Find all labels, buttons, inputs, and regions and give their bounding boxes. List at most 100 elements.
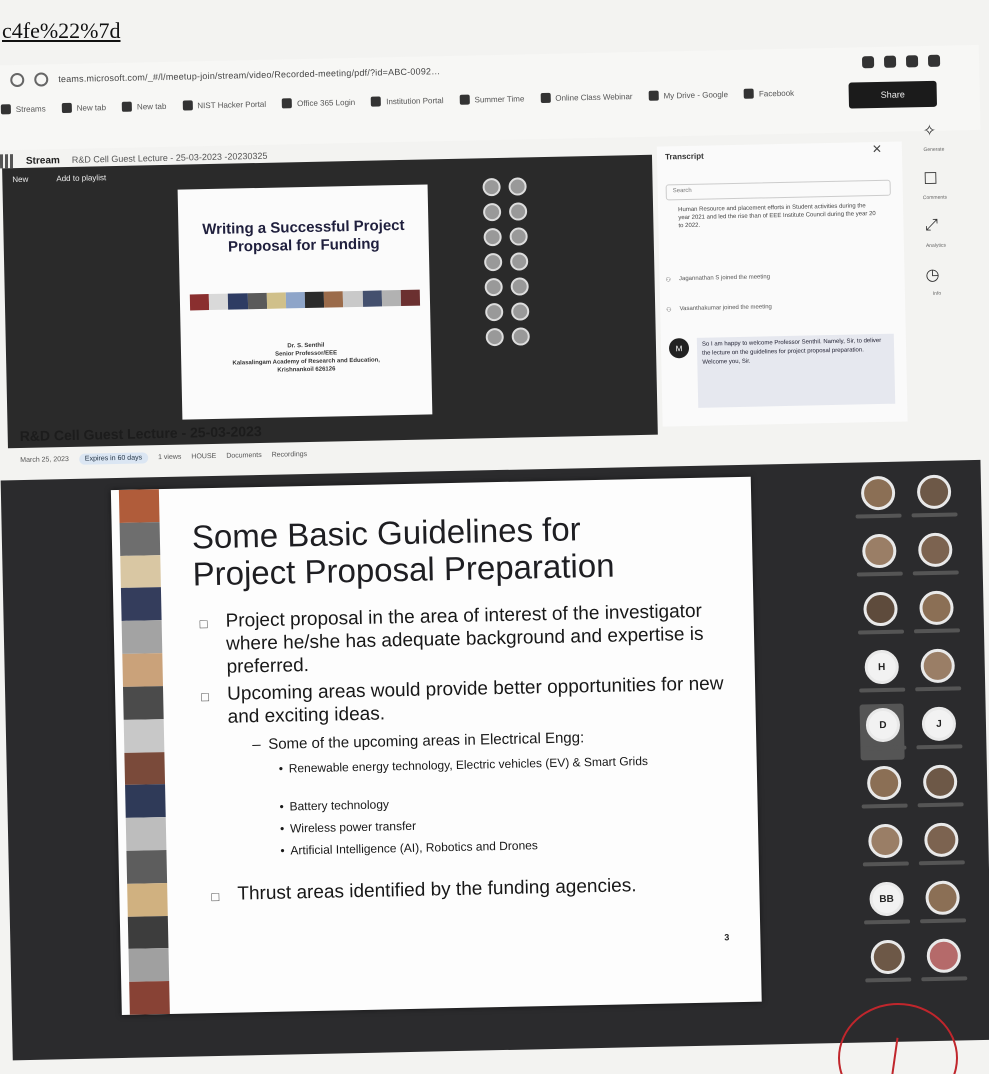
strip-segment xyxy=(129,981,170,1015)
participant-tile[interactable]: H xyxy=(858,646,906,703)
new-button[interactable]: New xyxy=(12,175,28,184)
stripe-segment xyxy=(285,292,306,309)
participant-tile[interactable] xyxy=(913,586,961,643)
extension-icon[interactable] xyxy=(861,56,875,69)
bookmark-item[interactable]: New tab xyxy=(61,102,107,114)
close-icon[interactable]: ✕ xyxy=(872,142,882,156)
participant-thumb xyxy=(482,177,501,197)
title-slide: Writing a Successful Project Proposal fo… xyxy=(177,184,433,420)
participant-thumb xyxy=(485,327,504,347)
participant-tile[interactable]: J xyxy=(916,702,963,759)
participant-tile[interactable] xyxy=(861,762,908,819)
comments-icon[interactable]: ☐ xyxy=(919,169,941,193)
bookmark-item[interactable]: Facebook xyxy=(743,88,794,99)
stripe-segment xyxy=(304,291,325,309)
bookmark-item[interactable]: Summer Time xyxy=(459,93,524,105)
stripe-segment xyxy=(343,290,363,308)
participant-name xyxy=(864,919,911,925)
add-to-playlist-button[interactable]: Add to playlist xyxy=(56,173,106,183)
participant-thumb xyxy=(508,202,528,221)
person-icon: ⚇ xyxy=(665,277,672,284)
bookmark-icon xyxy=(648,90,659,101)
slide-list-item: • Artificial Intelligence (AI), Robotics… xyxy=(280,833,730,858)
participant-tile[interactable] xyxy=(912,528,959,585)
avatar xyxy=(863,591,898,627)
transcript-paragraph: Human Resource and placement efforts in … xyxy=(678,203,876,230)
participant-tile[interactable] xyxy=(919,876,967,933)
bookmark-item[interactable]: Institution Portal xyxy=(371,95,444,107)
photo-of-screen: c4fe%22%7d teams.microsoft.com/_#/l/meet… xyxy=(0,0,989,1074)
stripe-segment xyxy=(189,294,210,311)
strip-segment xyxy=(118,489,160,523)
extension-icon[interactable] xyxy=(883,55,897,68)
participant-tile[interactable] xyxy=(857,588,905,645)
strip-segment xyxy=(127,882,168,917)
participant-thumb xyxy=(485,302,504,322)
participant-tile[interactable] xyxy=(917,760,964,817)
bookmark-item[interactable]: New tab xyxy=(121,101,167,112)
participant-tile[interactable] xyxy=(920,934,968,991)
bookmark-item[interactable]: Online Class Webinar xyxy=(540,91,633,104)
analytics-icon[interactable]: ⤢ xyxy=(920,217,942,241)
app-launcher-icon[interactable] xyxy=(0,154,15,169)
extension-icon[interactable] xyxy=(905,55,919,68)
bookmark-label: Institution Portal xyxy=(386,95,444,106)
participant-tile[interactable]: D xyxy=(859,703,907,761)
breadcrumb-recordings[interactable]: Recordings xyxy=(272,451,308,459)
address-bar[interactable]: teams.microsoft.com/_#/l/meetup-join/str… xyxy=(58,58,852,84)
participant-tile[interactable] xyxy=(864,936,912,993)
participant-tile[interactable] xyxy=(918,818,965,875)
bookmark-icon xyxy=(371,96,382,107)
bullet-text: Thrust areas identified by the funding a… xyxy=(237,875,637,905)
participant-tile[interactable]: BB xyxy=(863,878,911,935)
bullet-text: Project proposal in the area of interest… xyxy=(225,600,704,678)
strip-segment xyxy=(127,915,169,950)
reload-icon[interactable] xyxy=(34,72,49,87)
participant-tile[interactable] xyxy=(862,820,909,877)
participant-tile[interactable] xyxy=(856,530,903,587)
bookmark-label: Office 365 Login xyxy=(296,97,356,108)
stripe-segment xyxy=(400,289,421,307)
share-button[interactable]: Share xyxy=(848,80,938,109)
participant-thumb xyxy=(508,177,527,196)
participant-tile[interactable] xyxy=(855,472,902,529)
slide-bullet: □ Upcoming areas would provide better op… xyxy=(201,672,728,728)
bookmark-label: Online Class Webinar xyxy=(555,91,633,103)
strip-segment xyxy=(122,653,163,687)
participant-tile[interactable] xyxy=(911,470,958,527)
profile-icon[interactable] xyxy=(927,54,941,67)
strip-segment xyxy=(120,554,161,589)
participant-thumb xyxy=(509,227,528,246)
participant-name xyxy=(920,918,967,924)
participant-name xyxy=(856,571,903,577)
bookmark-item[interactable]: Streams xyxy=(0,103,46,115)
bookmark-label: NIST Hacker Portal xyxy=(197,99,267,110)
avatar xyxy=(916,474,952,510)
stripe-segment xyxy=(228,293,248,310)
avatar: D xyxy=(865,707,901,743)
back-icon[interactable] xyxy=(10,72,25,88)
participant-name xyxy=(915,686,962,692)
bookmark-item[interactable]: NIST Hacker Portal xyxy=(182,99,266,111)
strip-segment xyxy=(122,685,164,720)
participant-tile[interactable] xyxy=(914,644,962,701)
bookmark-item[interactable]: My Drive - Google xyxy=(648,89,728,101)
participant-name xyxy=(917,802,964,808)
avatar xyxy=(920,648,956,684)
bookmark-icon xyxy=(0,104,11,115)
bookmark-label: New tab xyxy=(76,102,107,113)
strip-segment xyxy=(128,948,170,983)
video-thumbnail[interactable]: Writing a Successful Project Proposal fo… xyxy=(2,154,658,449)
bookmark-item[interactable]: Office 365 Login xyxy=(281,97,356,109)
right-rail: ✧ Generate ☐ Comments ⤢ Analytics ◷ Info xyxy=(906,120,970,321)
main-video-player[interactable]: Some Basic Guidelines for Project Propos… xyxy=(0,459,989,1061)
avatar xyxy=(868,823,903,859)
generate-icon[interactable]: ✧ xyxy=(918,121,940,145)
info-icon[interactable]: ◷ xyxy=(921,265,943,289)
participant-thumb xyxy=(511,302,530,321)
video-metadata: March 25, 2023 Expires in 60 days 1 view… xyxy=(20,449,307,466)
transcript-search-input[interactable]: Search xyxy=(665,179,891,201)
item-text: Battery technology xyxy=(289,797,390,814)
avatar xyxy=(925,880,960,916)
breadcrumb-documents[interactable]: Documents xyxy=(226,452,262,460)
